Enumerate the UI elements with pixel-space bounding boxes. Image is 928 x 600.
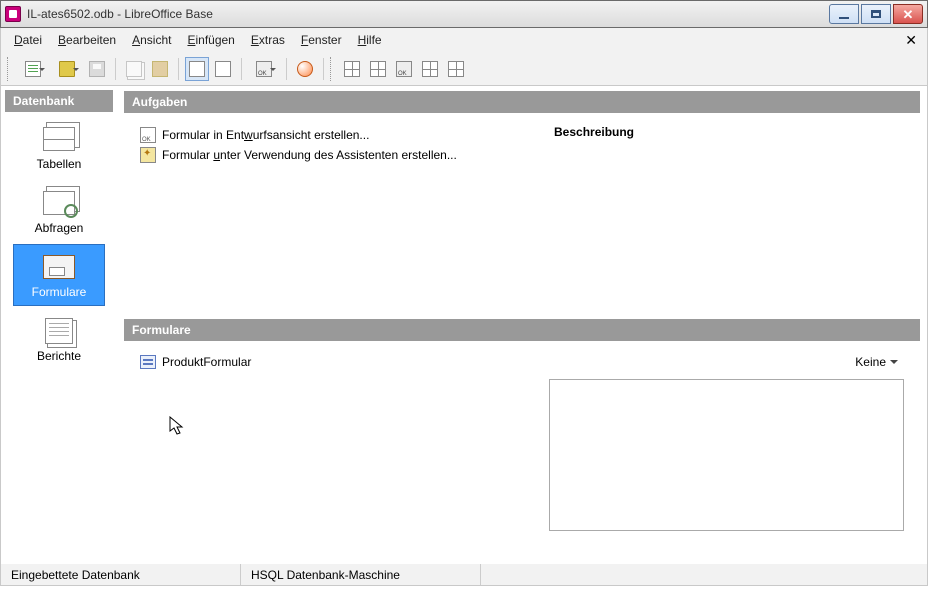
- window-title: IL-ates6502.odb - LibreOffice Base: [27, 7, 829, 21]
- menu-einfuegen[interactable]: Einfügen: [180, 31, 241, 49]
- queries-icon: [43, 191, 75, 215]
- separator: [286, 58, 287, 80]
- form-item-label: ProduktFormular: [162, 355, 251, 369]
- sidebar-item-tables[interactable]: Tabellen: [13, 116, 105, 178]
- query-icon: [370, 61, 386, 77]
- sidebar-item-forms[interactable]: Formulare: [13, 244, 105, 306]
- menu-fenster[interactable]: Fenster: [294, 31, 349, 49]
- sidebar-item-label: Formulare: [32, 285, 87, 299]
- open-button[interactable]: [51, 57, 83, 81]
- toolbar: [0, 52, 928, 86]
- task-label: Formular in Entwurfsansicht erstellen...: [162, 128, 369, 142]
- close-document-button[interactable]: ✕: [901, 32, 921, 49]
- document-icon: [25, 61, 41, 77]
- task-create-form-design[interactable]: Formular in Entwurfsansicht erstellen...: [140, 125, 530, 145]
- save-button[interactable]: [85, 57, 109, 81]
- toolbar-grip[interactable]: [330, 57, 334, 81]
- table-icon: [344, 61, 360, 77]
- paste-button[interactable]: [148, 57, 172, 81]
- new-form-button[interactable]: [392, 57, 416, 81]
- report-icon: [422, 61, 438, 77]
- status-bar: Eingebettete Datenbank HSQL Datenbank-Ma…: [0, 564, 928, 586]
- app-icon: [5, 6, 21, 22]
- save-icon: [89, 61, 105, 77]
- description-label: Beschreibung: [554, 125, 904, 139]
- help-icon: [297, 61, 313, 77]
- sort-asc-button[interactable]: [185, 57, 209, 81]
- tasks-header: Aufgaben: [124, 91, 920, 113]
- sidebar-item-label: Abfragen: [35, 221, 84, 235]
- preview-mode-select[interactable]: Keine: [849, 353, 904, 371]
- form-item-icon: [140, 355, 156, 369]
- new-view-button[interactable]: [444, 57, 468, 81]
- separator: [323, 58, 324, 80]
- form-icon: [256, 61, 272, 77]
- menu-bar: Datei Bearbeiten Ansicht Einfügen Extras…: [0, 28, 928, 52]
- sidebar-item-queries[interactable]: Abfragen: [13, 180, 105, 242]
- sidebar-header: Datenbank: [5, 90, 113, 112]
- maximize-button[interactable]: [861, 4, 891, 24]
- sort-desc-icon: [215, 61, 231, 77]
- task-list: Formular in Entwurfsansicht erstellen...…: [140, 125, 530, 297]
- sort-desc-button[interactable]: [211, 57, 235, 81]
- view-icon: [448, 61, 464, 77]
- form-design-icon: [140, 127, 156, 143]
- reports-icon: [45, 318, 73, 344]
- title-bar: IL-ates6502.odb - LibreOffice Base ✕: [0, 0, 928, 28]
- new-report-button[interactable]: [418, 57, 442, 81]
- new-document-button[interactable]: [17, 57, 49, 81]
- database-sidebar: Datenbank Tabellen Abfragen Formulare Be…: [1, 86, 119, 564]
- forms-icon: [43, 255, 75, 279]
- separator: [115, 58, 116, 80]
- menu-hilfe[interactable]: Hilfe: [351, 31, 389, 49]
- task-create-form-wizard[interactable]: Formular unter Verwendung des Assistente…: [140, 145, 530, 165]
- preview-mode-label: Keine: [855, 355, 886, 369]
- menu-bearbeiten[interactable]: Bearbeiten: [51, 31, 123, 49]
- help-button[interactable]: [293, 57, 317, 81]
- sidebar-item-label: Berichte: [37, 349, 81, 363]
- menu-extras[interactable]: Extras: [244, 31, 292, 49]
- forms-panel: Formulare ProduktFormular Keine: [123, 318, 921, 560]
- menu-ansicht[interactable]: Ansicht: [125, 31, 178, 49]
- main-area: Datenbank Tabellen Abfragen Formulare Be…: [0, 86, 928, 564]
- close-button[interactable]: ✕: [893, 4, 923, 24]
- new-table-button[interactable]: [340, 57, 364, 81]
- tables-icon: [43, 127, 75, 151]
- preview-box: [549, 379, 904, 531]
- menu-datei[interactable]: Datei: [7, 31, 49, 49]
- content-area: Aufgaben Formular in Entwurfsansicht ers…: [119, 86, 927, 564]
- copy-icon: [126, 61, 142, 77]
- folder-icon: [59, 61, 75, 77]
- forms-header: Formulare: [124, 319, 920, 341]
- tasks-panel: Aufgaben Formular in Entwurfsansicht ers…: [123, 90, 921, 312]
- sidebar-item-label: Tabellen: [37, 157, 82, 171]
- paste-icon: [152, 61, 168, 77]
- copy-button[interactable]: [122, 57, 146, 81]
- toolbar-grip[interactable]: [7, 57, 11, 81]
- form-button[interactable]: [248, 57, 280, 81]
- status-engine: HSQL Datenbank-Maschine: [241, 564, 481, 585]
- separator: [241, 58, 242, 80]
- form-list-item[interactable]: ProduktFormular: [140, 355, 251, 369]
- description-panel: Beschreibung: [554, 125, 904, 297]
- separator: [178, 58, 179, 80]
- status-embedded: Eingebettete Datenbank: [1, 564, 241, 585]
- sort-asc-icon: [189, 61, 205, 77]
- task-label: Formular unter Verwendung des Assistente…: [162, 148, 457, 162]
- sidebar-item-reports[interactable]: Berichte: [13, 308, 105, 370]
- form-wizard-icon: [140, 147, 156, 163]
- new-query-button[interactable]: [366, 57, 390, 81]
- form-icon: [396, 61, 412, 77]
- minimize-button[interactable]: [829, 4, 859, 24]
